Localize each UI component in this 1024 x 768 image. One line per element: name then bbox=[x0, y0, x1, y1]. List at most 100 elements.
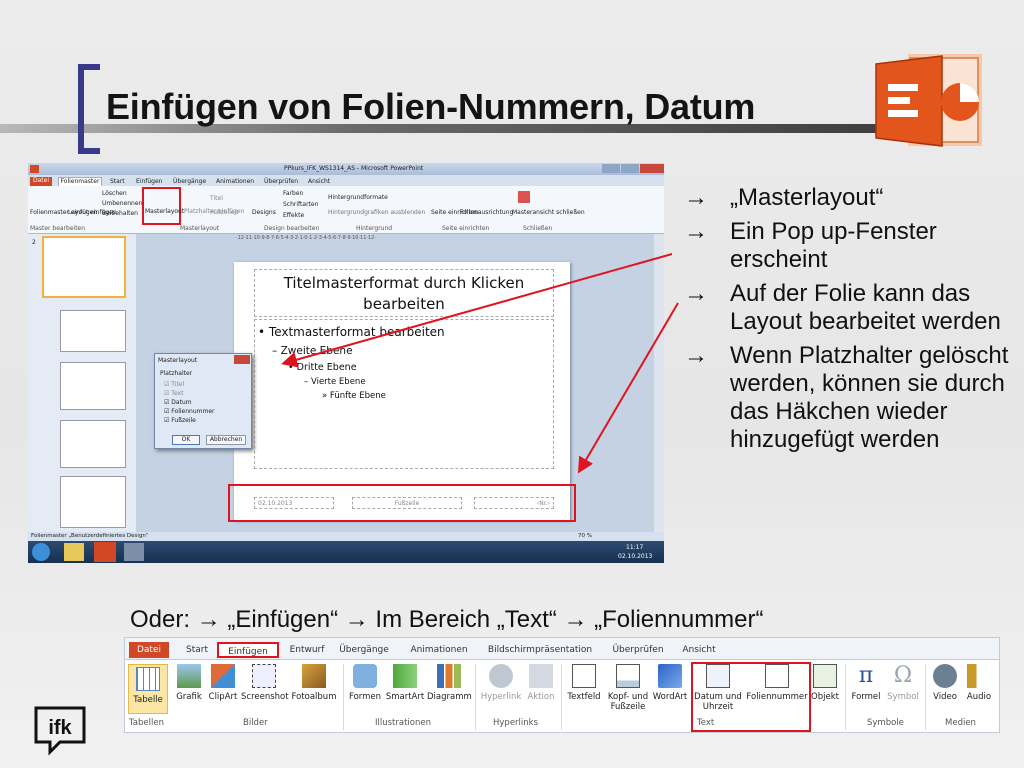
thumb-slide[interactable] bbox=[60, 420, 126, 468]
tab-animationen[interactable]: Animationen bbox=[405, 642, 473, 658]
tab-uebergaenge[interactable]: Übergänge bbox=[173, 178, 206, 185]
btn-masteransicht-schliessen[interactable]: Masteransicht schließen bbox=[512, 209, 585, 216]
explorer-taskbar-icon[interactable] bbox=[64, 543, 84, 561]
btn-wordart[interactable]: WordArt bbox=[651, 664, 689, 702]
dialog-chk-titel[interactable]: ☑ Titel bbox=[164, 381, 184, 388]
tab-entwurf[interactable]: Entwurf bbox=[285, 642, 329, 658]
clipart-icon bbox=[211, 664, 235, 688]
dialog-chk-foliennummer[interactable]: ☑ Foliennummer bbox=[164, 408, 215, 415]
start-orb-icon[interactable] bbox=[32, 543, 50, 561]
btn-hyperlink[interactable]: Hyperlink bbox=[479, 664, 523, 702]
thumb-slide-selected[interactable] bbox=[42, 236, 126, 298]
app-taskbar-icon[interactable] bbox=[124, 543, 144, 561]
tab-ansicht[interactable]: Ansicht bbox=[308, 178, 330, 185]
level-4: – Vierte Ebene bbox=[304, 377, 366, 387]
omega-icon: Ω bbox=[893, 663, 913, 688]
btn-effekte[interactable]: Effekte bbox=[283, 212, 304, 219]
group-symbole: Symbole bbox=[867, 718, 904, 728]
btn-farben[interactable]: Farben bbox=[283, 190, 303, 197]
powerpoint-screenshot: PPkurs_IFK_WS1314_AS - Microsoft PowerPo… bbox=[28, 163, 664, 563]
btn-folienausrichtung[interactable]: Folienausrichtung bbox=[460, 209, 513, 216]
level-2: – Zweite Ebene bbox=[272, 345, 353, 357]
powerpoint-taskbar-icon[interactable] bbox=[94, 542, 116, 562]
wordart-icon bbox=[658, 664, 682, 688]
btn-clipart[interactable]: ClipArt bbox=[207, 664, 239, 702]
group-seite-einrichten: Seite einrichten bbox=[442, 225, 490, 232]
btn-hintergrundformate[interactable]: Hintergrundformate bbox=[328, 194, 388, 201]
equation-icon: π bbox=[858, 663, 874, 688]
screenshot-icon bbox=[252, 664, 276, 688]
btn-masterlayout[interactable]: Masterlayout bbox=[145, 208, 184, 215]
arrow-icon: → bbox=[684, 218, 708, 245]
tab-ueberpruefen[interactable]: Überprüfen bbox=[264, 178, 298, 185]
btn-textfeld[interactable]: Textfeld bbox=[565, 664, 603, 702]
dialog-chk-datum[interactable]: ☑ Datum bbox=[164, 399, 192, 406]
tab-datei[interactable]: Datei bbox=[129, 642, 169, 658]
btn-symbol[interactable]: Ω Symbol bbox=[885, 663, 921, 703]
photo-album-icon bbox=[302, 664, 326, 688]
btn-beibehalten[interactable]: Beibehalten bbox=[102, 210, 138, 217]
dialog-close-icon[interactable] bbox=[234, 355, 250, 364]
close-icon[interactable] bbox=[640, 164, 664, 173]
tab-uebergaenge[interactable]: Übergänge bbox=[335, 642, 393, 658]
group-tabellen: Tabellen bbox=[129, 718, 164, 728]
thumb-slide[interactable] bbox=[60, 310, 126, 352]
btn-aktion[interactable]: Aktion bbox=[525, 664, 557, 702]
minimize-icon[interactable] bbox=[602, 164, 620, 173]
tab-einfuegen[interactable]: Einfügen bbox=[217, 642, 279, 658]
insert-ribbon-screenshot: Datei Start Einfügen Entwurf Übergänge A… bbox=[124, 637, 1000, 733]
btn-objekt[interactable]: Objekt bbox=[809, 664, 841, 702]
table-icon bbox=[136, 667, 160, 691]
btn-fotoalbum[interactable]: Fotoalbum bbox=[290, 664, 338, 702]
separator bbox=[561, 664, 562, 730]
btn-formen[interactable]: Formen bbox=[347, 664, 383, 702]
tab-einfuegen[interactable]: Einfügen bbox=[136, 178, 162, 185]
thumb-slide[interactable] bbox=[60, 476, 126, 528]
vertical-scrollbar[interactable] bbox=[654, 234, 664, 532]
tab-start[interactable]: Start bbox=[110, 178, 125, 185]
tab-datei[interactable]: Datei bbox=[30, 177, 52, 186]
window-controls bbox=[602, 164, 664, 174]
maximize-icon[interactable] bbox=[621, 164, 639, 173]
btn-screenshot[interactable]: Screenshot bbox=[241, 664, 289, 702]
dialog-chk-fusszeile[interactable]: ☑ Fußzeile bbox=[164, 417, 196, 424]
tab-folienmaster[interactable]: Folienmaster bbox=[58, 177, 102, 186]
btn-formel[interactable]: π Formel bbox=[849, 663, 883, 703]
group-hintergrund: Hintergrund bbox=[356, 225, 393, 232]
btn-kopf-und-fusszeile[interactable]: Kopf- und Fußzeile bbox=[605, 664, 651, 712]
tab-animationen[interactable]: Animationen bbox=[216, 178, 254, 185]
dialog-ok-button[interactable]: OK bbox=[172, 435, 200, 445]
btn-designs[interactable]: Designs bbox=[252, 209, 276, 216]
btn-audio[interactable]: Audio bbox=[963, 664, 995, 702]
textbox-icon bbox=[572, 664, 596, 688]
btn-grafik[interactable]: Grafik bbox=[173, 664, 205, 702]
text-placeholder[interactable] bbox=[254, 319, 554, 469]
tab-ansicht[interactable]: Ansicht bbox=[677, 642, 721, 658]
slide-title: Einfügen von Folien-Nummern, Datum bbox=[106, 86, 756, 127]
group-masterlayout: Masterlayout bbox=[180, 225, 220, 232]
zoom-level[interactable]: 70 % bbox=[578, 533, 592, 540]
thumb-slide[interactable] bbox=[60, 362, 126, 410]
slide-title-placeholder[interactable]: Titelmasterformat durch Klicken bearbeit… bbox=[254, 269, 554, 317]
chk-fusszeilen[interactable]: Fußzeilen bbox=[210, 209, 238, 216]
btn-video[interactable]: Video bbox=[929, 664, 961, 702]
chk-hintergrundgrafiken[interactable]: Hintergrundgrafiken ausblenden bbox=[328, 209, 425, 216]
btn-tabelle[interactable]: Tabelle bbox=[128, 664, 168, 714]
dialog-chk-text[interactable]: ☑ Text bbox=[164, 390, 183, 397]
btn-schriftarten[interactable]: Schriftarten bbox=[283, 201, 318, 208]
tab-bildschirmpraesentation[interactable]: Bildschirmpräsentation bbox=[481, 642, 599, 658]
tab-start[interactable]: Start bbox=[179, 642, 215, 658]
btn-umbenennen[interactable]: Umbenennen bbox=[102, 200, 142, 207]
dialog-cancel-button[interactable]: Abbrechen bbox=[206, 435, 246, 445]
btn-smartart[interactable]: SmartArt bbox=[385, 664, 425, 702]
group-bilder: Bilder bbox=[243, 718, 268, 728]
btn-diagramm[interactable]: Diagramm bbox=[427, 664, 472, 702]
chk-titel[interactable]: Titel bbox=[210, 195, 223, 202]
tab-ueberpruefen[interactable]: Überprüfen bbox=[607, 642, 669, 658]
powerpoint-logo-icon bbox=[875, 54, 982, 147]
close-master-icon bbox=[518, 191, 530, 203]
status-bar-text: Folienmaster „Benutzerdefiniertes Design… bbox=[31, 533, 149, 539]
btn-loeschen[interactable]: Löschen bbox=[102, 190, 127, 197]
bullet-list: → „Masterlayout“ → Ein Pop up-Fenster ersc… bbox=[684, 184, 1014, 460]
audio-icon bbox=[967, 664, 991, 688]
